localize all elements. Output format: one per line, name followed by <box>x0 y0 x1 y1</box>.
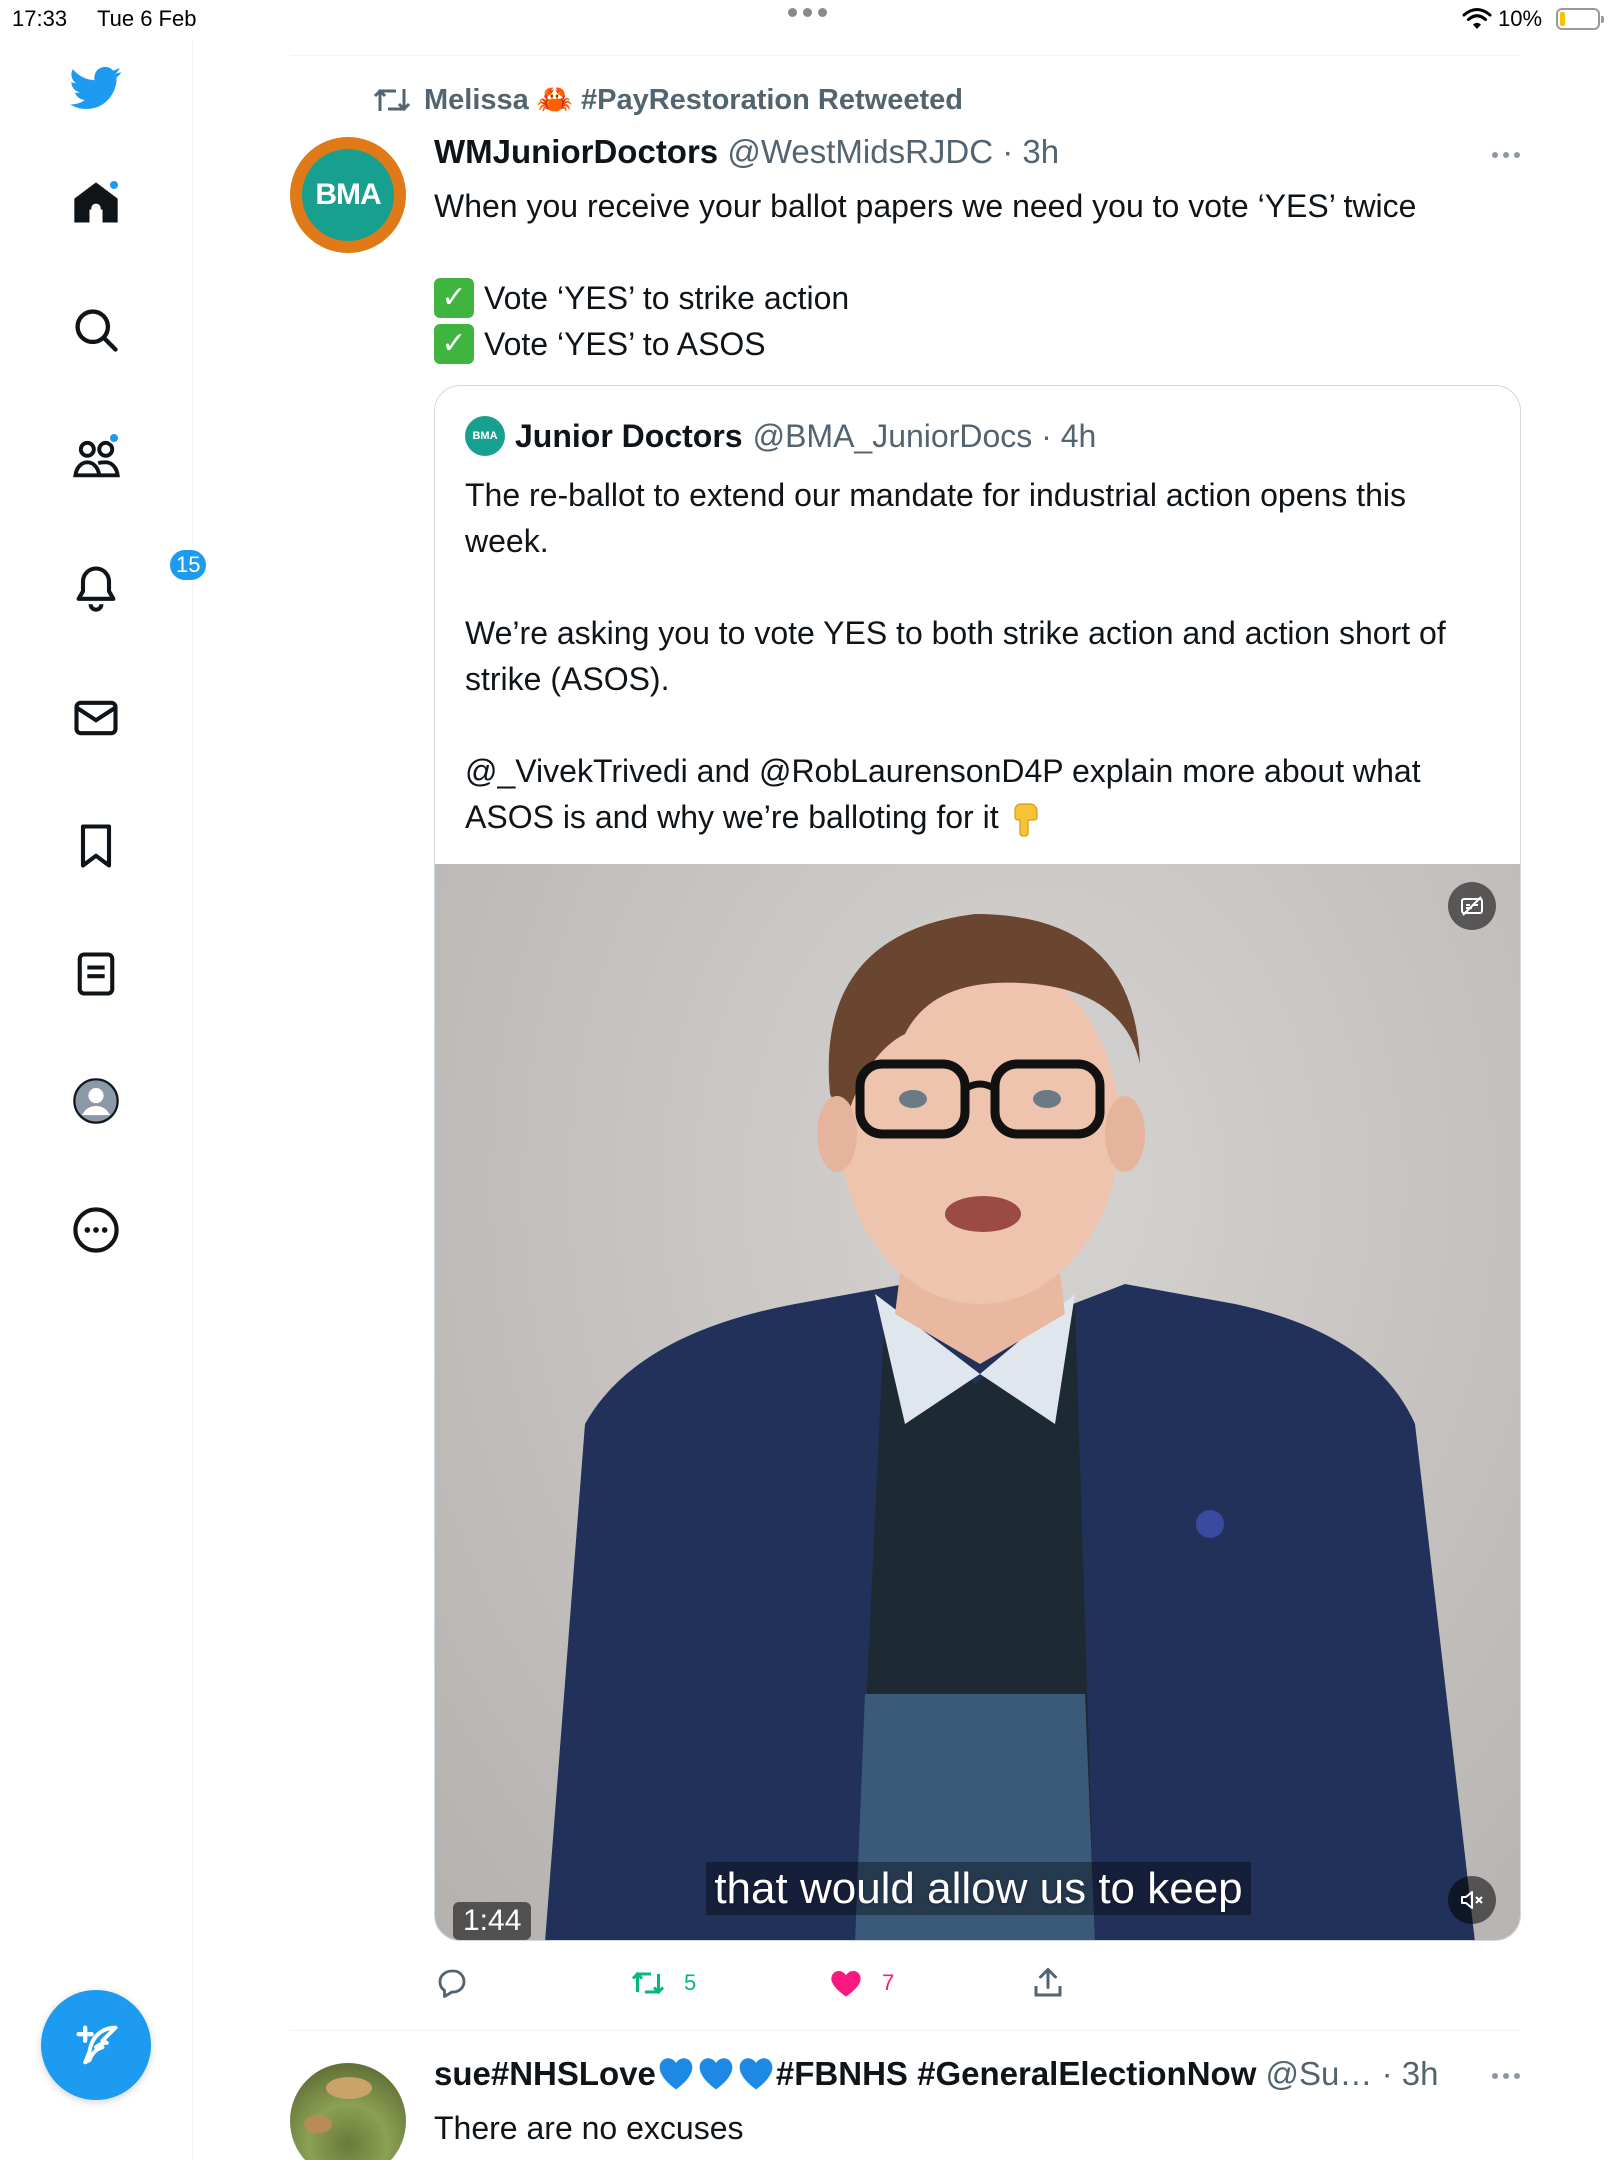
retweet-button[interactable]: 5 <box>630 1965 696 2001</box>
quoted-author-handle-time: @BMA_JuniorDocs · 4h <box>752 417 1097 454</box>
retweeted-by-text: Melissa 🦀 #PayRestoration Retweeted <box>424 84 963 116</box>
retweet-icon <box>373 88 411 112</box>
retweet-count: 5 <box>684 1970 697 1995</box>
sidebar-nav: 15 <box>0 40 209 2160</box>
pointing-down-emoji-icon <box>1013 802 1038 837</box>
tweet-actions: 5 7 <box>434 1965 1521 2015</box>
quoted-tweet-header: BMA Junior Doctors @BMA_JuniorDocs · 4h <box>465 416 1096 456</box>
share-button[interactable] <box>1030 1965 1066 2001</box>
multitasking-dots[interactable] <box>788 8 827 17</box>
battery-icon <box>1556 8 1604 30</box>
twitter-logo-icon[interactable] <box>68 60 124 116</box>
speaker-muted-icon <box>1461 1891 1483 1909</box>
tweet-text: When you receive your ballot papers we n… <box>434 188 1417 224</box>
author-name[interactable]: sue#NHSLove #FBNHS #GeneralElectionNow <box>434 2055 1256 2092</box>
quoted-paragraph-1: The re-ballot to extend our mandate for … <box>465 477 1406 559</box>
mute-toggle-button[interactable] <box>1448 1876 1496 1924</box>
notifications-badge: 15 <box>168 548 209 582</box>
quoted-author-name: Junior Doctors <box>515 417 743 454</box>
author-name-suffix: #FBNHS #GeneralElectionNow <box>775 2055 1257 2092</box>
video-duration: 1:44 <box>453 1902 532 1940</box>
search-icon[interactable] <box>68 302 124 358</box>
like-button[interactable]: 7 <box>828 1965 894 2001</box>
lists-icon[interactable] <box>68 946 124 1002</box>
video-frame-person <box>545 914 1475 1940</box>
tweet-body: When you receive your ballot papers we n… <box>434 183 1416 367</box>
quoted-paragraph-3-text: @_VivekTrivedi and @RobLaurensonD4P expl… <box>465 753 1421 835</box>
compose-feather-icon <box>76 2025 118 2065</box>
video-caption-text: that would allow us to keep <box>706 1862 1251 1915</box>
check-line-2: ✓ Vote ‘YES’ to ASOS <box>434 321 1416 367</box>
tweet[interactable]: Melissa 🦀 #PayRestoration Retweeted BMA … <box>290 55 1521 2030</box>
more-options-icon[interactable] <box>68 1202 124 1258</box>
check-line-1: ✓ Vote ‘YES’ to strike action <box>434 275 1416 321</box>
blue-heart-emoji-icon <box>659 2058 693 2090</box>
like-count: 7 <box>882 1970 895 1995</box>
heart-filled-icon <box>831 1971 861 1997</box>
status-date: Tue 6 Feb <box>97 6 197 31</box>
video-caption: that would allow us to keep <box>435 1862 1520 1915</box>
tweet-more-icon[interactable] <box>1492 2073 1520 2079</box>
timeline-feed: Melissa 🦀 #PayRestoration Retweeted BMA … <box>290 55 1521 2160</box>
tweet-header: sue#NHSLove #FBNHS #GeneralElectionNow @S… <box>434 2055 1438 2093</box>
wifi-icon <box>1462 8 1492 29</box>
compose-tweet-button[interactable] <box>41 1990 151 2100</box>
quoted-tweet-body: The re-ballot to extend our mandate for … <box>465 472 1495 840</box>
status-bar: 17:33 Tue 6 Feb 10% <box>0 0 1620 40</box>
communities-notify-dot <box>108 432 120 444</box>
retweet-context[interactable]: Melissa 🦀 #PayRestoration Retweeted <box>372 83 963 117</box>
captions-off-icon <box>1461 896 1483 916</box>
reply-icon <box>438 1969 466 1998</box>
tweet-header: WMJuniorDoctors @WestMidsRJDC · 3h <box>434 133 1059 171</box>
home-notify-dot <box>108 179 120 191</box>
author-name-prefix: sue#NHSLove <box>434 2055 656 2092</box>
captions-toggle-button[interactable] <box>1448 882 1496 930</box>
tweet-divider <box>290 2030 1520 2031</box>
status-time: 17:33 <box>12 6 68 31</box>
bma-logo: BMA <box>302 149 394 241</box>
author-handle-time[interactable]: @WestMidsRJDC · 3h <box>727 133 1059 170</box>
battery-percent: 10% <box>1498 6 1543 31</box>
communities-icon[interactable] <box>68 430 124 486</box>
check-mark-icon: ✓ <box>434 324 474 364</box>
quoted-tweet[interactable]: BMA Junior Doctors @BMA_JuniorDocs · 4h … <box>434 385 1521 1941</box>
check-mark-icon: ✓ <box>434 278 474 318</box>
home-icon[interactable] <box>68 175 124 231</box>
check-text-1: Vote ‘YES’ to strike action <box>484 280 850 316</box>
notifications-bell-icon[interactable]: 15 <box>68 548 209 616</box>
tweet-text: There are no excuses <box>434 2110 744 2146</box>
retweet-icon <box>631 1971 665 1995</box>
reply-button[interactable] <box>434 1965 470 2001</box>
video-player[interactable]: that would allow us to keep 1:44 <box>435 864 1520 1940</box>
messages-icon[interactable] <box>68 690 124 746</box>
author-handle-time[interactable]: @Su… · 3h <box>1266 2055 1439 2092</box>
quoted-author-avatar: BMA <box>465 416 505 456</box>
author-name[interactable]: WMJuniorDoctors <box>434 133 718 170</box>
quoted-paragraph-2: We’re asking you to vote YES to both str… <box>465 615 1446 697</box>
tweet-more-icon[interactable] <box>1492 152 1520 158</box>
blue-heart-emoji-icon <box>699 2058 733 2090</box>
quoted-paragraph-3: @_VivekTrivedi and @RobLaurensonD4P expl… <box>465 748 1495 840</box>
author-avatar[interactable] <box>290 2063 406 2160</box>
bookmarks-icon[interactable] <box>68 818 124 874</box>
author-avatar[interactable]: BMA <box>290 137 406 253</box>
check-text-2: Vote ‘YES’ to ASOS <box>484 326 766 362</box>
share-icon <box>1034 1968 1062 1997</box>
blue-heart-emoji-icon <box>739 2058 773 2090</box>
profile-avatar-icon[interactable] <box>68 1073 124 1129</box>
